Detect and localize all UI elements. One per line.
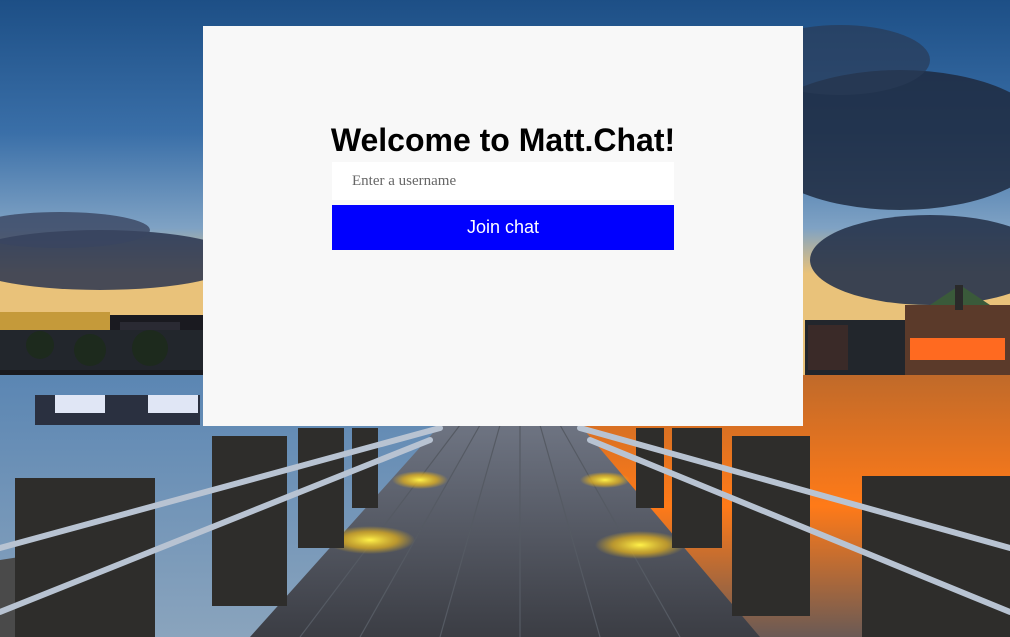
join-chat-button[interactable]: Join chat bbox=[332, 205, 674, 250]
page-title: Welcome to Matt.Chat! bbox=[330, 122, 676, 158]
login-panel: Welcome to Matt.Chat! Join chat bbox=[203, 26, 803, 426]
username-input[interactable] bbox=[332, 162, 674, 200]
